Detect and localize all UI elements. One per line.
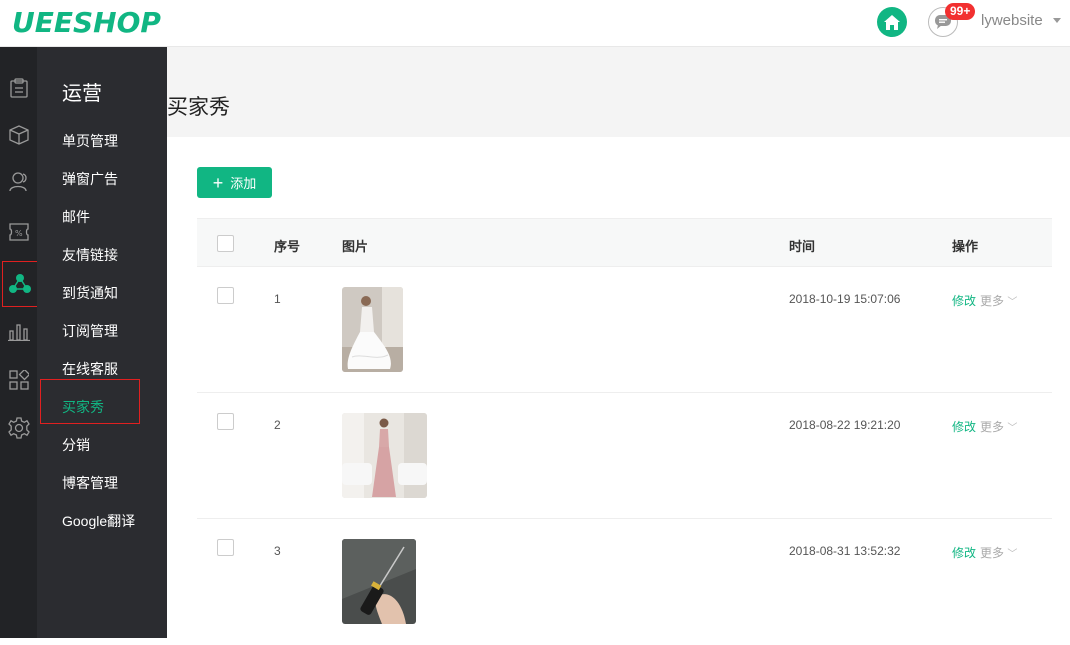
- icon-rail: %: [0, 47, 38, 638]
- users-icon: [8, 172, 27, 192]
- sub-navigation: 运营 单页管理 弹窗广告 邮件 友情链接 到货通知 订阅管理 在线客服 买家秀 …: [37, 47, 167, 638]
- more-dropdown[interactable]: 更多: [980, 420, 1004, 434]
- buyer-show-table: 序号 图片 时间 操作 1 2018-10-19 15:07:06 修改 更多 ﹀: [197, 218, 1052, 645]
- home-icon: [884, 14, 900, 30]
- subnav-item-pages[interactable]: 单页管理: [62, 131, 118, 151]
- header-image: 图片: [342, 239, 369, 254]
- add-button[interactable]: + 添加: [197, 167, 272, 198]
- rail-item-marketing[interactable]: %: [0, 209, 37, 255]
- row-time: 2018-08-31 13:52:32: [789, 544, 901, 558]
- chart-icon: [7, 324, 30, 341]
- chevron-down-icon: ﹀: [1007, 549, 1018, 560]
- row-actions: 修改 更多 ﹀: [952, 292, 1017, 309]
- add-button-label: 添加: [230, 176, 257, 191]
- table-header: 序号 图片 时间 操作: [197, 218, 1052, 267]
- table-row: 3 2018-08-31 13:52:32 修改 更多 ﹀: [197, 519, 1052, 645]
- bridal-gown-image: [342, 287, 403, 372]
- rail-item-apps[interactable]: [0, 357, 37, 403]
- rail-item-products[interactable]: [0, 112, 37, 158]
- row-index: 1: [274, 292, 281, 306]
- logo[interactable]: UEESHOP: [12, 6, 161, 39]
- subnav-item-online-service[interactable]: 在线客服: [62, 359, 118, 379]
- subnav-item-buyer-show[interactable]: 买家秀: [62, 397, 104, 417]
- subnav-item-popup-ads[interactable]: 弹窗广告: [62, 169, 118, 189]
- row-thumbnail[interactable]: [342, 413, 427, 498]
- rail-item-orders[interactable]: [0, 65, 37, 111]
- pink-gown-image: [342, 413, 427, 498]
- header-time: 时间: [789, 239, 816, 254]
- user-menu[interactable]: lywebsite: [981, 12, 1043, 29]
- row-index: 3: [274, 544, 281, 558]
- row-checkbox[interactable]: [217, 539, 234, 556]
- row-thumbnail[interactable]: [342, 287, 403, 372]
- row-actions: 修改 更多 ﹀: [952, 544, 1017, 561]
- edit-link[interactable]: 修改: [952, 420, 976, 434]
- apps-icon: [8, 370, 29, 390]
- subnav-item-email[interactable]: 邮件: [62, 207, 90, 227]
- rail-item-users[interactable]: [0, 159, 37, 205]
- more-dropdown[interactable]: 更多: [980, 546, 1004, 560]
- rail-item-operations[interactable]: [2, 261, 38, 307]
- row-time: 2018-08-22 19:21:20: [789, 418, 901, 432]
- box-icon: [8, 125, 29, 145]
- row-checkbox[interactable]: [217, 287, 234, 304]
- notification-badge: 99+: [945, 3, 976, 20]
- subnav-item-friend-links[interactable]: 友情链接: [62, 245, 118, 265]
- plus-icon: +: [212, 172, 224, 193]
- row-index: 2: [274, 418, 281, 432]
- rail-item-settings[interactable]: [0, 405, 37, 451]
- clipboard-icon: [9, 78, 28, 98]
- discount-icon: %: [8, 223, 29, 241]
- more-dropdown[interactable]: 更多: [980, 294, 1004, 308]
- select-all-checkbox[interactable]: [217, 235, 234, 252]
- chevron-down-icon[interactable]: [1053, 18, 1061, 23]
- row-actions: 修改 更多 ﹀: [952, 418, 1017, 435]
- edit-link[interactable]: 修改: [952, 294, 976, 308]
- edit-link[interactable]: 修改: [952, 546, 976, 560]
- subnav-item-subscriptions[interactable]: 订阅管理: [62, 321, 118, 341]
- rail-item-statistics[interactable]: [0, 309, 37, 355]
- header-action: 操作: [952, 239, 979, 254]
- page-title: 买家秀: [167, 96, 230, 119]
- gear-icon: [7, 417, 30, 439]
- subnav-item-arrival-notice[interactable]: 到货通知: [62, 283, 118, 303]
- tool-in-hand-image: [342, 539, 416, 624]
- operations-icon: [9, 274, 31, 293]
- row-thumbnail[interactable]: [342, 539, 416, 624]
- page-header: 买家秀: [167, 47, 1070, 137]
- header-index: 序号: [274, 239, 301, 254]
- table-row: 2 2018-08-22 19:21:20 修改 更多 ﹀: [197, 393, 1052, 519]
- row-checkbox[interactable]: [217, 413, 234, 430]
- row-time: 2018-10-19 15:07:06: [789, 292, 901, 306]
- subnav-item-blog[interactable]: 博客管理: [62, 473, 118, 493]
- chevron-down-icon: ﹀: [1007, 423, 1018, 434]
- top-header: UEESHOP 99+ lywebsite: [0, 0, 1070, 47]
- subnav-title: 运营: [62, 83, 102, 105]
- table-row: 1 2018-10-19 15:07:06 修改 更多 ﹀: [197, 267, 1052, 393]
- subnav-item-google-translate[interactable]: Google翻译: [62, 511, 135, 531]
- subnav-item-distribution[interactable]: 分销: [62, 435, 90, 455]
- chevron-down-icon: ﹀: [1007, 297, 1018, 308]
- home-button[interactable]: [877, 7, 907, 37]
- svg-text:%: %: [15, 229, 23, 238]
